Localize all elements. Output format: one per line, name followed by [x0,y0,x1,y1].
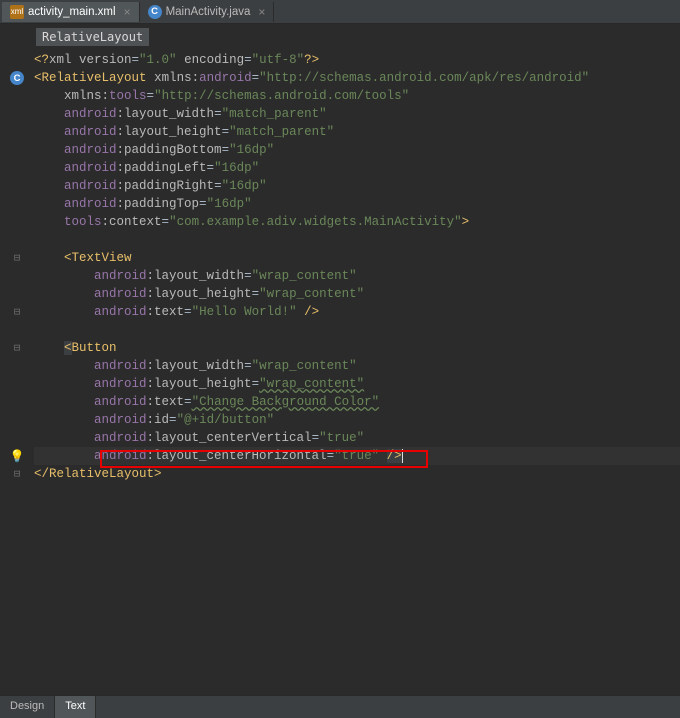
text-tab[interactable]: Text [55,696,96,718]
fold-icon[interactable]: ⊟ [14,305,21,319]
highlight-annotation [100,450,428,468]
design-tab[interactable]: Design [0,696,55,718]
editor[interactable]: C ⊟ ⊟ ⊟ 💡 ⊟ <?xml version="1.0" encoding… [0,51,680,483]
code-area[interactable]: <?xml version="1.0" encoding="utf-8"?> <… [34,51,680,483]
bulb-icon[interactable]: 💡 [10,449,25,464]
class-icon: C [10,71,24,85]
tab-label: activity_main.xml [28,6,116,18]
fold-icon[interactable]: ⊟ [14,341,21,355]
breadcrumb-item[interactable]: RelativeLayout [36,28,149,46]
tab-activity-main-xml[interactable]: xml activity_main.xml × [2,2,140,22]
tab-label: MainActivity.java [166,6,251,18]
fold-icon[interactable]: ⊟ [14,467,21,481]
close-icon[interactable]: × [124,5,131,19]
xml-file-icon: xml [10,5,24,19]
bottom-tabs: Design Text [0,695,680,718]
editor-tabs: xml activity_main.xml × C MainActivity.j… [0,0,680,24]
close-icon[interactable]: × [258,5,265,19]
code-line: <?xml version="1.0" encoding="utf-8"?> [34,51,680,69]
breadcrumb: RelativeLayout [0,24,680,51]
fold-icon[interactable]: ⊟ [14,251,21,265]
java-class-icon: C [148,5,162,19]
tab-main-activity-java[interactable]: C MainActivity.java × [140,2,275,22]
gutter: C ⊟ ⊟ ⊟ 💡 ⊟ [0,51,34,483]
